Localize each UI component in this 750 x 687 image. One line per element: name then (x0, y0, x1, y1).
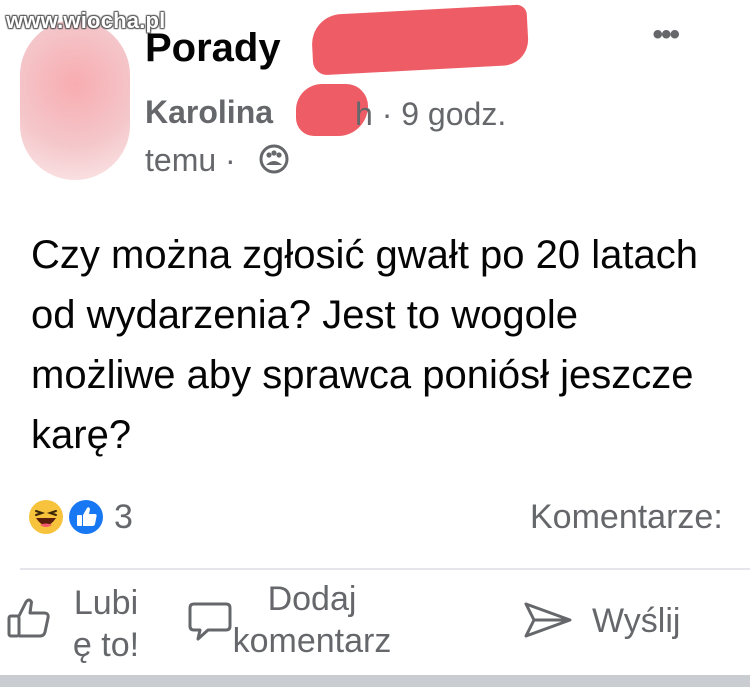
comment-label-line2: komentarz (232, 622, 392, 660)
thumbs-up-icon[interactable] (6, 596, 52, 642)
like-label-line1: Lubi (73, 584, 139, 622)
post-timestamp[interactable]: h · 9 godz. (355, 96, 506, 133)
post-timestamp-continued: temu · (145, 142, 236, 178)
reaction-count[interactable]: 3 (114, 498, 133, 537)
more-options-icon[interactable]: ••• (652, 18, 679, 52)
divider (20, 568, 750, 570)
group-avatar[interactable] (20, 20, 130, 180)
redaction-mark (310, 4, 530, 76)
group-audience-icon (259, 144, 289, 174)
author-name[interactable]: Karolina (145, 94, 273, 131)
like-reaction-icon[interactable] (68, 499, 104, 535)
watermark: www.wiocha.pl (6, 8, 166, 33)
like-button[interactable]: Lubi ę to! (58, 582, 154, 666)
comment-button[interactable]: Dodaj komentarz (212, 578, 412, 662)
comment-label-line1: Dodaj (267, 580, 357, 618)
group-name[interactable]: Porady (145, 26, 281, 71)
bottom-separator (0, 675, 750, 687)
send-button[interactable]: Wyślij (592, 602, 680, 641)
haha-reaction-icon[interactable] (28, 499, 64, 535)
send-icon[interactable] (522, 600, 574, 640)
like-label-line2: ę to! (72, 626, 140, 664)
post-text: Czy można zgłosić gwałt po 20 latach od … (31, 233, 698, 457)
comments-count-link[interactable]: Komentarze: (530, 498, 723, 537)
